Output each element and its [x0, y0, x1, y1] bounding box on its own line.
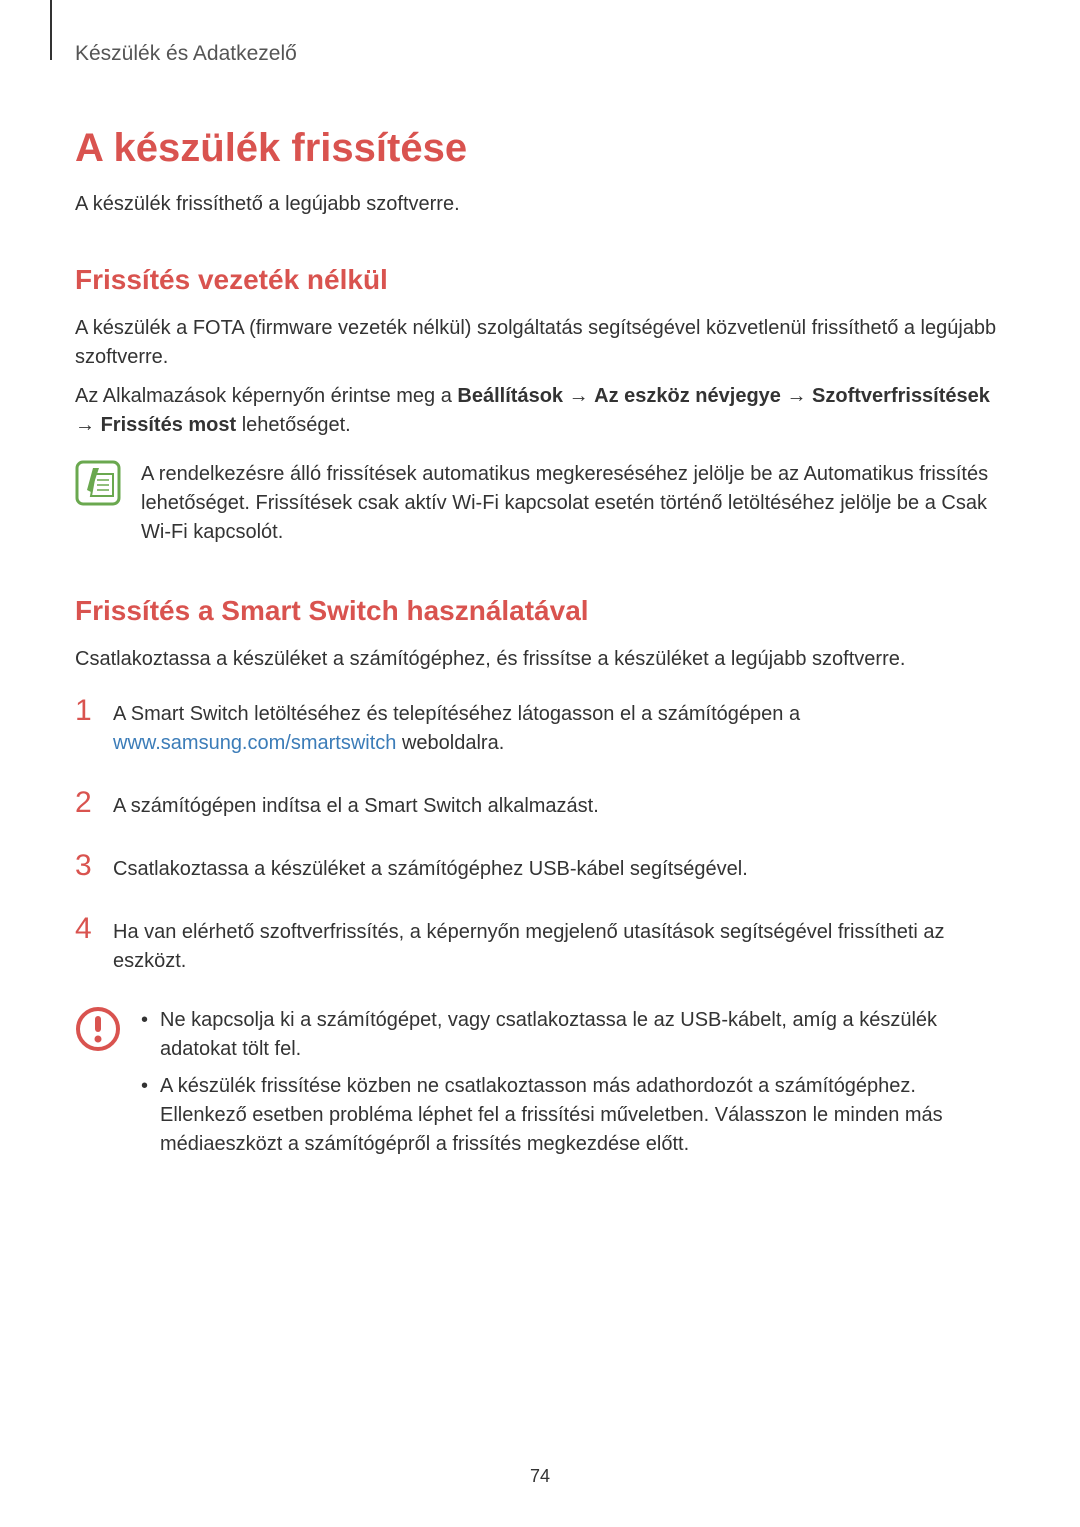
text: weboldalra. [396, 732, 504, 754]
arrow: → [563, 385, 594, 407]
bullet: • [141, 1006, 148, 1064]
section1-para1: A készülék a FOTA (firmware vezeték nélk… [75, 314, 1005, 372]
note-icon [75, 460, 121, 506]
list-item: 2 A számítógépen indítsa el a Smart Swit… [75, 788, 1005, 821]
step-content: Csatlakoztassa a készüléket a számítógép… [113, 851, 748, 884]
text: A Smart Switch letöltéséhez és telepítés… [113, 703, 800, 725]
warning-icon [75, 1006, 121, 1052]
arrow: → [781, 385, 812, 407]
bold-text: Automatikus frissítés [804, 463, 989, 485]
bold-text: Frissítés most [101, 414, 237, 436]
note-block: A rendelkezésre álló frissítések automat… [75, 460, 1005, 547]
note-content: A rendelkezésre álló frissítések automat… [141, 460, 1005, 547]
step-content: A Smart Switch letöltéséhez és telepítés… [113, 696, 1005, 758]
bold-text: Az eszköz névjegye [594, 385, 781, 407]
bullet-text: Ne kapcsolja ki a számítógépet, vagy csa… [160, 1006, 1005, 1064]
text: Az Alkalmazások képernyőn érintse meg a [75, 385, 457, 407]
list-item: 4 Ha van elérhető szoftverfrissítés, a k… [75, 914, 1005, 976]
step-number: 1 [75, 696, 95, 758]
step-number: 4 [75, 914, 95, 976]
text: A rendelkezésre álló frissítések automat… [141, 463, 804, 485]
warning-block: • Ne kapcsolja ki a számítógépet, vagy c… [75, 1006, 1005, 1167]
bullet-item: • Ne kapcsolja ki a számítógépet, vagy c… [141, 1006, 1005, 1064]
section2-para1: Csatlakoztassa a készüléket a számítógép… [75, 645, 1005, 674]
warning-content: • Ne kapcsolja ki a számítógépet, vagy c… [141, 1006, 1005, 1167]
section1-para2: Az Alkalmazások képernyőn érintse meg a … [75, 382, 1005, 440]
page-left-margin-line [50, 0, 52, 60]
bullet-item: • A készülék frissítése közben ne csatla… [141, 1072, 1005, 1159]
step-content: Ha van elérhető szoftverfrissítés, a kép… [113, 914, 1005, 976]
text: kapcsolót. [188, 521, 284, 543]
subsection-title-smartswitch: Frissítés a Smart Switch használatával [75, 595, 1005, 627]
step-content: A számítógépen indítsa el a Smart Switch… [113, 788, 599, 821]
numbered-list: 1 A Smart Switch letöltéséhez és telepít… [75, 696, 1005, 976]
section-header: Készülék és Adatkezelő [75, 42, 1005, 66]
bold-text: Szoftverfrissítések [812, 385, 990, 407]
smartswitch-link[interactable]: www.samsung.com/smartswitch [113, 732, 396, 754]
bullet: • [141, 1072, 148, 1159]
bullet-text: A készülék frissítése közben ne csatlako… [160, 1072, 1005, 1159]
step-number: 3 [75, 851, 95, 884]
list-item: 1 A Smart Switch letöltéséhez és telepít… [75, 696, 1005, 758]
subsection-title-wireless: Frissítés vezeték nélkül [75, 264, 1005, 296]
bold-text: Beállítások [457, 385, 563, 407]
main-title: A készülék frissítése [75, 126, 1005, 171]
list-item: 3 Csatlakoztassa a készüléket a számítóg… [75, 851, 1005, 884]
text: lehetőséget. [236, 414, 351, 436]
arrow: → [75, 414, 101, 436]
step-number: 2 [75, 788, 95, 821]
intro-paragraph: A készülék frissíthető a legújabb szoftv… [75, 193, 1005, 216]
text: lehetőséget. Frissítések csak aktív Wi-F… [141, 492, 941, 514]
page-number: 74 [530, 1466, 550, 1487]
page-content: Készülék és Adatkezelő A készülék frissí… [0, 0, 1080, 1167]
